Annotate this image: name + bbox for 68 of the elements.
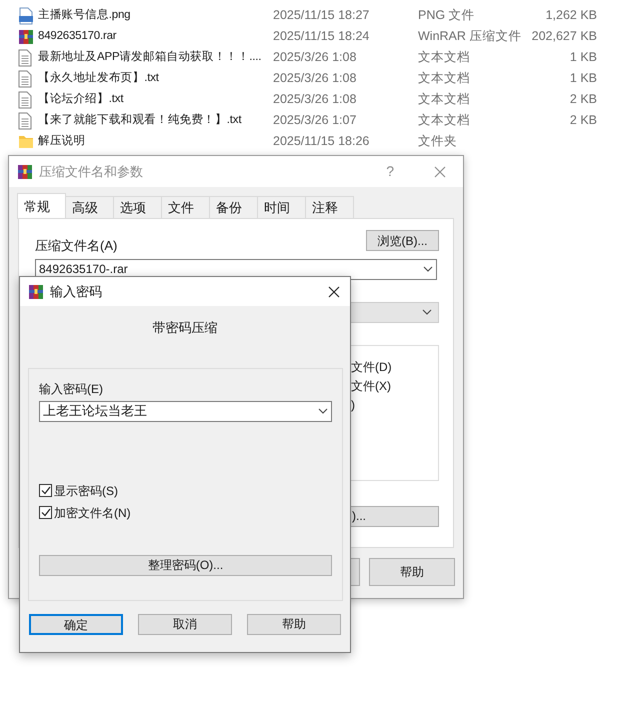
file-size: 2 KB bbox=[568, 91, 597, 108]
file-name[interactable]: 最新地址及APP请发邮箱自动获取！！！.... bbox=[38, 48, 273, 66]
organize-button[interactable]: 整理密码(O)... bbox=[39, 554, 332, 576]
file-size: 2 KB bbox=[568, 112, 597, 130]
archive-icon bbox=[28, 284, 44, 300]
file-date: 2025/3/26 1:08 bbox=[273, 49, 358, 66]
dialog-heading: 带密码压缩 bbox=[152, 319, 218, 337]
file-type: WinRAR 压缩文件 bbox=[418, 28, 518, 46]
dialog-button[interactable]: 取消 bbox=[138, 614, 232, 634]
field-label: 压缩文件名(A) bbox=[35, 237, 118, 255]
browse-button[interactable]: 浏览(B)... bbox=[366, 230, 439, 251]
checkbox[interactable] bbox=[39, 506, 52, 519]
text-file-icon bbox=[18, 48, 32, 66]
field-label: 输入密码(E) bbox=[39, 380, 104, 398]
file-type: PNG 文件 bbox=[418, 7, 476, 24]
help-button[interactable]: 帮助 bbox=[369, 558, 455, 586]
file-date: 2025/3/26 1:08 bbox=[273, 91, 358, 108]
tab[interactable]: 高级 bbox=[66, 196, 114, 218]
window-title: 压缩文件名和参数 bbox=[39, 162, 143, 181]
file-size: 1,262 KB bbox=[544, 7, 597, 24]
chevron-down-icon bbox=[423, 266, 433, 272]
window-title: 输入密码 bbox=[50, 282, 102, 301]
file-date: 2025/11/15 18:24 bbox=[273, 28, 370, 46]
archive-icon bbox=[18, 28, 34, 44]
file-type: 文本文档 bbox=[418, 70, 471, 88]
file-name[interactable]: 【来了就能下载和观看！纯免费！】.txt bbox=[38, 112, 273, 130]
text-file-icon bbox=[18, 70, 32, 88]
checkbox-label[interactable]: 显示密码(S) bbox=[54, 482, 118, 500]
folder-icon bbox=[18, 134, 34, 150]
option-label: ) bbox=[351, 396, 356, 414]
archive-icon bbox=[17, 164, 33, 180]
file-type: 文件夹 bbox=[418, 133, 458, 150]
file-name[interactable]: 主播账号信息.png bbox=[38, 6, 273, 24]
tab[interactable]: 选项 bbox=[114, 196, 162, 218]
file-name[interactable]: 【永久地址发布页】.txt bbox=[38, 70, 273, 88]
file-date: 2025/3/26 1:07 bbox=[273, 112, 358, 130]
text-file-icon bbox=[18, 90, 32, 108]
tab[interactable]: 常规 bbox=[17, 193, 66, 219]
tab[interactable]: 时间 bbox=[258, 196, 306, 218]
dialog-button[interactable]: 确定 bbox=[29, 614, 123, 634]
dialog-button[interactable]: 帮助 bbox=[247, 614, 341, 634]
checkbox-label[interactable]: 加密文件名(N) bbox=[54, 504, 131, 522]
close-icon[interactable] bbox=[328, 286, 340, 298]
file-type: 文本文档 bbox=[418, 91, 471, 108]
image-file-icon bbox=[18, 6, 34, 24]
file-date: 2025/11/15 18:26 bbox=[273, 133, 370, 150]
check-icon bbox=[40, 486, 50, 495]
checkbox[interactable] bbox=[39, 484, 52, 497]
file-date: 2025/3/26 1:08 bbox=[273, 70, 358, 88]
file-name[interactable]: 解压说明 bbox=[38, 132, 273, 150]
file-name[interactable]: 8492635170.rar bbox=[38, 28, 273, 46]
file-type: 文本文档 bbox=[418, 49, 471, 66]
file-type: 文本文档 bbox=[418, 112, 471, 130]
file-date: 2025/11/15 18:27 bbox=[273, 7, 370, 24]
chevron-down-icon bbox=[422, 309, 432, 315]
tab[interactable]: 文件 bbox=[162, 196, 210, 218]
chevron-down-icon bbox=[318, 408, 328, 414]
tab[interactable]: 注释 bbox=[306, 196, 354, 218]
file-size: 1 KB bbox=[568, 70, 597, 88]
option-label: 文件(D) bbox=[351, 358, 393, 376]
file-name[interactable]: 【论坛介绍】.txt bbox=[38, 90, 273, 108]
text-file-icon bbox=[18, 112, 32, 130]
option-label: 文件(X) bbox=[351, 378, 392, 394]
password-combobox[interactable]: 上老王论坛当老王 bbox=[39, 400, 332, 422]
file-size: 202,627 KB bbox=[530, 28, 597, 46]
file-size: 1 KB bbox=[568, 49, 597, 66]
check-icon bbox=[40, 508, 50, 517]
tab[interactable]: 备份 bbox=[210, 196, 258, 218]
